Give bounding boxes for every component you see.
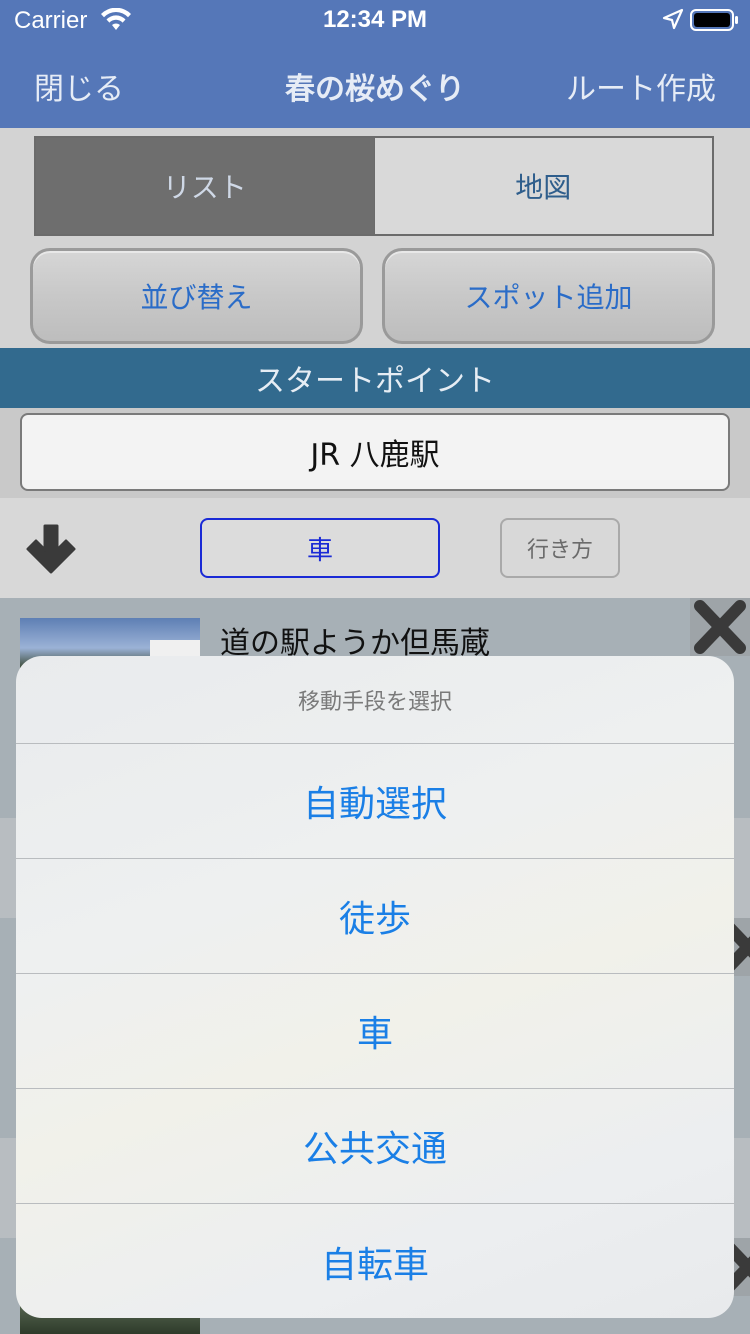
start-point-header: スタートポイント — [0, 348, 750, 408]
navigation-bar: Carrier 12:34 PM 閉じる 春の桜めぐり ルート作成 — [0, 0, 750, 128]
option-public-transit[interactable]: 公共交通 — [16, 1089, 734, 1204]
action-sheet-title: 移動手段を選択 — [16, 656, 734, 744]
option-walk[interactable]: 徒歩 — [16, 859, 734, 974]
sort-button[interactable]: 並び替え — [30, 248, 363, 344]
tab-map[interactable]: 地図 — [374, 138, 712, 234]
delete-icon[interactable] — [690, 598, 750, 656]
battery-icon — [690, 9, 738, 31]
create-route-button[interactable]: ルート作成 — [566, 64, 716, 108]
tab-list[interactable]: リスト — [36, 138, 375, 234]
add-spot-button[interactable]: スポット追加 — [382, 248, 715, 344]
option-auto-select[interactable]: 自動選択 — [16, 744, 734, 859]
transport-mode-button[interactable]: 車 — [200, 518, 440, 578]
directions-button[interactable]: 行き方 — [500, 518, 620, 578]
view-segmented-control: リスト 地図 — [34, 136, 714, 236]
start-point-field[interactable]: JR 八鹿駅 — [20, 413, 730, 491]
clock: 12:34 PM — [322, 6, 428, 33]
option-car[interactable]: 車 — [16, 974, 734, 1089]
option-bicycle[interactable]: 自転車 — [16, 1204, 734, 1318]
location-arrow-icon — [662, 8, 684, 30]
status-bar: Carrier 12:34 PM — [0, 0, 750, 40]
close-button[interactable]: 閉じる — [34, 64, 124, 108]
arrow-down-icon — [26, 524, 76, 574]
transport-action-sheet: 移動手段を選択 自動選択 徒歩 車 公共交通 自転車 — [16, 656, 734, 1318]
